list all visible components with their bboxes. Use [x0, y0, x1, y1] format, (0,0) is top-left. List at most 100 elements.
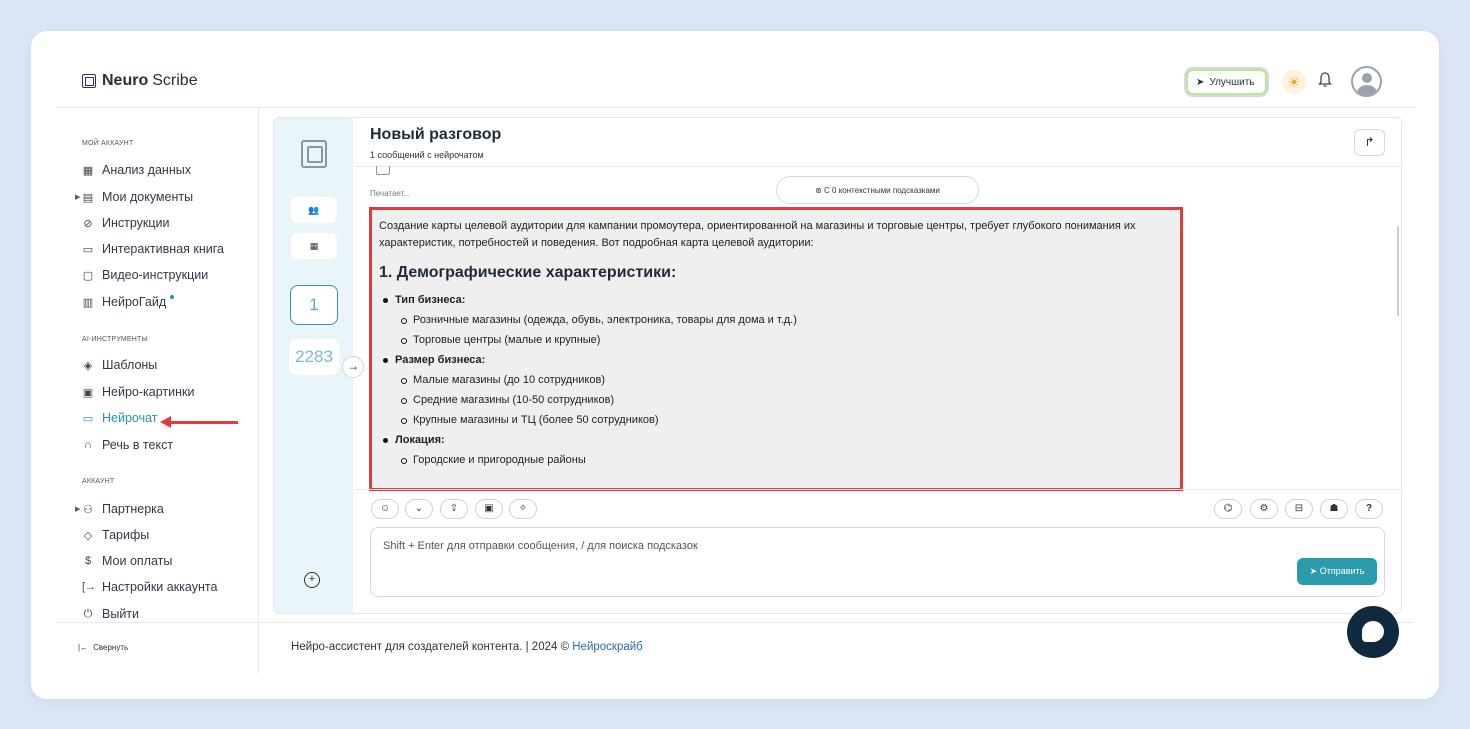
section-title-my-account: МОЙ АККАУНТ	[82, 140, 134, 147]
grid-icon[interactable]: ▦	[291, 233, 337, 259]
hints-label: С 0 контекстными подсказками	[824, 186, 940, 195]
sidebar-item-neuroguide[interactable]: ▥ НейроГайд	[82, 295, 175, 309]
message-scrollbar[interactable]	[1397, 226, 1399, 316]
chevrons-down-icon[interactable]: ⌄	[405, 499, 433, 519]
sidebar-item-label: Выйти	[102, 607, 140, 621]
conversation-title: Новый разговор	[370, 126, 502, 143]
share-icon[interactable]: ↱	[1354, 129, 1385, 156]
sidebar-item-label: Настройки аккаунта	[102, 580, 218, 594]
context-hints-button[interactable]: ⊛ С 0 контекстными подсказками	[776, 176, 979, 204]
sidebar-item-tariffs[interactable]: ◇ Тарифы	[82, 528, 149, 542]
list-item: Торговые центры (малые и крупные)	[379, 330, 1172, 350]
sidebar-item-speech-to-text[interactable]: ∩ Речь в текст	[82, 438, 173, 452]
save-icon[interactable]: ⊟	[1285, 499, 1313, 519]
sidebar-item-label: НейроГайд	[102, 295, 167, 309]
app-logo[interactable]: Neuro Scribe	[82, 72, 198, 90]
sidebar-item-logout[interactable]: ⏻ Выйти	[82, 607, 139, 621]
sidebar-item-label: Нейро-картинки	[102, 385, 195, 399]
sidebar-item-account-settings[interactable]: [→ Настройки аккаунта	[82, 580, 217, 594]
section-title-ai-tools: AI-ИНСТРУМЕНТЫ	[82, 336, 148, 343]
bell-icon[interactable]	[1318, 72, 1332, 92]
list-item: Крупные магазины и ТЦ (более 50 сотрудни…	[379, 410, 1172, 430]
logo-icon	[82, 74, 96, 88]
sidebar-item-neuro-images[interactable]: ▣ Нейро-картинки	[82, 385, 195, 399]
list-item: Тип бизнеса:	[379, 290, 1172, 310]
send-button[interactable]: ➤ Отправить	[1297, 558, 1377, 585]
conversation-subtitle: 1 сообщений с нейрочатом	[370, 150, 484, 160]
upload-icon[interactable]: ⇪	[440, 499, 468, 519]
caret-right-icon: ▶	[75, 194, 81, 201]
magic-wand-icon[interactable]: ✧	[509, 499, 537, 519]
robot-icon[interactable]: ☗	[1320, 499, 1348, 519]
login-icon: [→	[82, 581, 97, 593]
header-divider	[56, 107, 1414, 108]
send-icon: ➤	[1309, 566, 1320, 576]
help-circle-icon: ⊘	[83, 217, 93, 230]
total-chats-counter[interactable]: 2283	[289, 339, 339, 375]
sidebar-item-data-analysis[interactable]: ▦ Анализ данных	[82, 163, 191, 177]
plus-circle-icon[interactable]: +	[304, 572, 320, 588]
typing-status: Печатает...	[370, 189, 411, 198]
sidebar-item-label: Нейрочат	[102, 411, 158, 425]
headphones-icon: ∩	[84, 439, 92, 451]
annotation-arrow	[160, 416, 238, 428]
conversation-divider	[354, 166, 1401, 167]
help-icon[interactable]: ?	[1355, 499, 1383, 519]
arrow-right-icon[interactable]: →	[342, 356, 364, 378]
collapse-icon: |←	[78, 643, 89, 652]
section-title-account: АККАУНТ	[82, 478, 115, 485]
sidebar-item-label: Шаблоны	[102, 358, 158, 372]
rocket-icon: ➤	[1196, 76, 1205, 88]
message-intro: Создание карты целевой аудитории для кам…	[379, 220, 1136, 249]
sidebar-item-label: Анализ данных	[102, 163, 191, 177]
image-icon[interactable]: ▣	[475, 499, 503, 519]
sidebar-item-video-instructions[interactable]: ▢ Видео-инструкции	[82, 268, 208, 282]
puzzle-icon[interactable]: ⌬	[1214, 499, 1242, 519]
tag-icon: ◇	[83, 529, 93, 542]
settings-icon[interactable]: ⚙	[1250, 499, 1278, 519]
sidebar-item-my-documents[interactable]: ▶ ▤ Мои документы	[75, 190, 194, 204]
theme-toggle-sun-icon[interactable]: ☀	[1282, 70, 1306, 94]
caret-right-icon: ▶	[75, 506, 81, 513]
footer-text: Нейро-ассистент для создателей контента.…	[291, 641, 573, 653]
footer: Нейро-ассистент для создателей контента.…	[291, 641, 643, 653]
bot-icon	[376, 166, 390, 175]
emoji-icon[interactable]: ☺	[371, 499, 399, 519]
upgrade-button[interactable]: ➤ Улучшить	[1186, 69, 1267, 95]
sidebar-item-partners[interactable]: ▶ ⚇ Партнерка	[75, 502, 164, 516]
sidebar-item-label: Интерактивная книга	[102, 242, 224, 256]
sidebar-item-interactive-book[interactable]: ▭ Интерактивная книга	[82, 242, 224, 256]
sidebar-item-instructions[interactable]: ⊘ Инструкции	[82, 216, 170, 230]
grid-icon: ▦	[82, 164, 94, 177]
sidebar-item-neurochat[interactable]: ▭ Нейрочат	[82, 411, 158, 425]
sidebar-item-templates[interactable]: ◈ Шаблоны	[82, 358, 158, 372]
video-icon: ▢	[82, 269, 94, 282]
hints-icon: ⊛	[815, 186, 825, 195]
message-list: Тип бизнеса: Розничные магазины (одежда,…	[379, 290, 1172, 470]
sidebar-item-my-payments[interactable]: $ Мои оплаты	[82, 554, 172, 568]
send-label: Отправить	[1319, 566, 1365, 576]
message-input[interactable]: Shift + Enter для отправки сообщения, / …	[370, 527, 1385, 597]
active-chats-counter[interactable]: 1	[290, 285, 338, 325]
new-badge-dot	[170, 295, 175, 299]
sidebar-item-label: Партнерка	[102, 502, 164, 516]
sidebar-item-label: Инструкции	[102, 216, 170, 230]
footer-brand-link[interactable]: Нейроскрайб	[572, 641, 643, 653]
list-item: Размер бизнеса:	[379, 350, 1172, 370]
layers-icon: ◈	[83, 359, 93, 372]
support-chat-button[interactable]	[1347, 606, 1399, 658]
power-icon: ⏻	[83, 607, 93, 620]
sidebar: МОЙ АККАУНТ ▦ Анализ данных ▶ ▤ Мои докумен…	[56, 108, 259, 674]
input-divider	[354, 489, 1401, 490]
sidebar-item-label: Речь в текст	[102, 438, 174, 452]
list-item: Городские и пригородные районы	[379, 450, 1172, 470]
user-avatar[interactable]	[1351, 66, 1382, 97]
message-input-placeholder: Shift + Enter для отправки сообщения, / …	[383, 540, 698, 552]
collapse-sidebar-button[interactable]: |← Свернуть	[78, 643, 128, 652]
sidebar-item-label: Мои документы	[102, 190, 194, 204]
list-item: Малые магазины (до 10 сотрудников)	[379, 370, 1172, 390]
image-icon: ▣	[82, 386, 94, 399]
list-item: Локация:	[379, 430, 1172, 450]
table-icon: ▥	[82, 296, 94, 309]
users-icon[interactable]: 👥	[291, 197, 337, 223]
